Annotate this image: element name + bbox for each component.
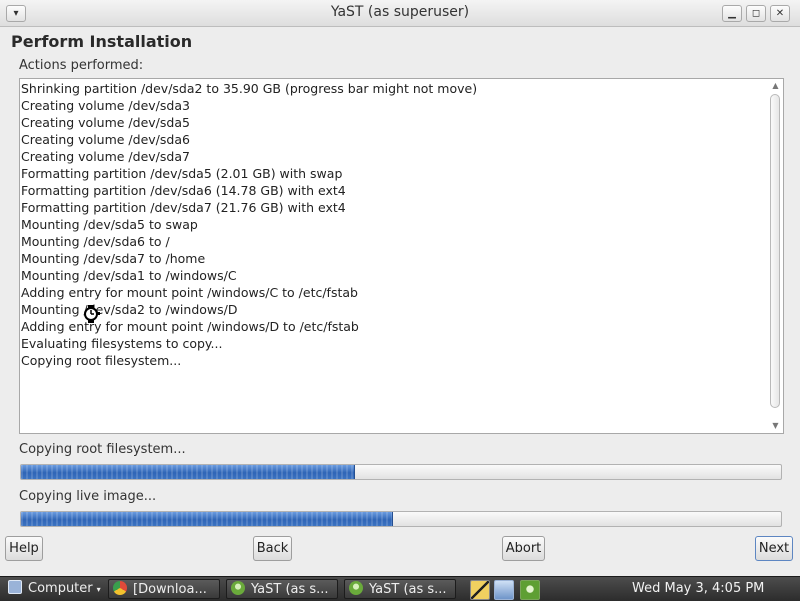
window-titlebar[interactable]: ▾ YaST (as superuser) ▁ ◻ ✕ <box>0 0 800 27</box>
log-line: Creating volume /dev/sda3 <box>21 98 190 113</box>
taskbar: Computer ▾ [Downloa... YaST (as s... YaST… <box>0 576 800 601</box>
taskbar-item-yast-1[interactable]: YaST (as s... <box>226 579 338 599</box>
log-line: Shrinking partition /dev/sda2 to 35.90 G… <box>21 81 478 96</box>
log-line: Mounting /dev/sda6 to / <box>21 234 170 249</box>
chrome-icon <box>113 581 127 595</box>
taskbar-item-downloads[interactable]: [Downloa... <box>108 579 220 599</box>
log-lines: Shrinking partition /dev/sda2 to 35.90 G… <box>21 80 477 369</box>
log-line: Creating volume /dev/sda7 <box>21 149 190 164</box>
log-line: Copying root filesystem... <box>21 353 182 368</box>
log-line: Formatting partition /dev/sda7 (21.76 GB… <box>21 200 346 215</box>
log-scrollbar[interactable]: ▲ ▼ <box>769 80 782 432</box>
actions-label: Actions performed: <box>19 58 144 73</box>
help-button[interactable]: Help <box>5 536 43 561</box>
yast-updater-icon[interactable] <box>520 580 540 600</box>
log-line: Mounting /dev/sda7 to /home <box>21 251 206 266</box>
close-button[interactable]: ✕ <box>770 5 790 22</box>
log-line: Formatting partition /dev/sda5 (2.01 GB)… <box>21 166 343 181</box>
computer-icon <box>8 580 22 594</box>
maximize-button[interactable]: ◻ <box>746 5 766 22</box>
chevron-down-icon: ▾ <box>96 585 101 594</box>
start-menu-button[interactable]: Computer ▾ <box>4 579 102 599</box>
log-line: Formatting partition /dev/sda6 (14.78 GB… <box>21 183 346 198</box>
log-line: Adding entry for mount point /windows/C … <box>21 285 358 300</box>
step-progress-bar <box>20 464 782 480</box>
network-icon[interactable] <box>494 580 514 600</box>
back-button[interactable]: Back <box>253 536 292 561</box>
step-progress-label: Copying root filesystem... <box>19 442 186 457</box>
overall-progress-fill <box>21 512 394 526</box>
busy-cursor-icon <box>84 305 100 323</box>
yast-icon <box>231 581 245 595</box>
taskbar-item-label: [Downloa... <box>133 582 207 597</box>
step-progress-fill <box>21 465 356 479</box>
minimize-button[interactable]: ▁ <box>722 5 742 22</box>
log-line: Creating volume /dev/sda6 <box>21 132 190 147</box>
minimize-icon: ▁ <box>728 8 736 19</box>
page-title: Perform Installation <box>11 32 193 51</box>
log-line: Evaluating filesystems to copy... <box>21 336 223 351</box>
taskbar-clock[interactable]: Wed May 3, 4:05 PM <box>632 579 764 599</box>
start-menu-label: Computer <box>28 581 93 596</box>
next-button[interactable]: Next <box>755 536 793 561</box>
log-line: Creating volume /dev/sda5 <box>21 115 190 130</box>
taskbar-item-yast-2[interactable]: YaST (as s... <box>344 579 456 599</box>
overall-progress-label: Copying live image... <box>19 489 157 504</box>
log-line: Mounting /dev/sda5 to swap <box>21 217 198 232</box>
actions-log[interactable]: Shrinking partition /dev/sda2 to 35.90 G… <box>19 78 784 434</box>
yast-icon <box>349 581 363 595</box>
log-line: Mounting /dev/sda1 to /windows/C <box>21 268 237 283</box>
overall-progress-bar <box>20 511 782 527</box>
system-monitor-icon[interactable] <box>470 580 490 600</box>
scroll-down-icon[interactable]: ▼ <box>769 420 782 432</box>
taskbar-item-label: YaST (as s... <box>369 582 447 597</box>
scroll-up-icon[interactable]: ▲ <box>769 80 782 92</box>
scrollbar-thumb[interactable] <box>770 94 780 408</box>
taskbar-item-label: YaST (as s... <box>251 582 329 597</box>
close-icon: ✕ <box>775 8 785 19</box>
abort-button[interactable]: Abort <box>502 536 545 561</box>
maximize-icon: ◻ <box>751 8 761 19</box>
window-title: YaST (as superuser) <box>330 4 470 20</box>
